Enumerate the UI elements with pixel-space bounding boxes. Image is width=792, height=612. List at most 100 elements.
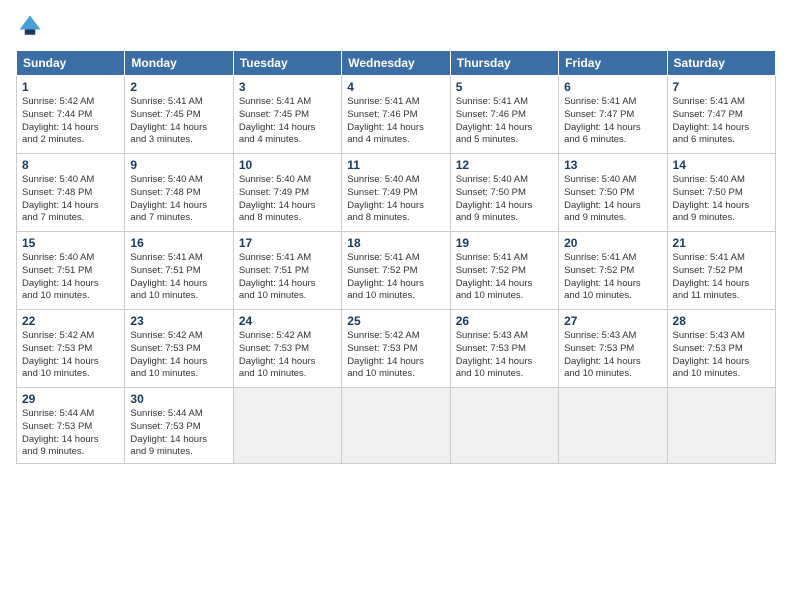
day-number: 2 bbox=[130, 80, 227, 94]
logo bbox=[16, 16, 48, 40]
calendar-cell: 6Sunrise: 5:41 AMSunset: 7:47 PMDaylight… bbox=[559, 76, 667, 154]
day-number: 4 bbox=[347, 80, 444, 94]
day-info: Sunrise: 5:43 AMSunset: 7:53 PMDaylight:… bbox=[673, 330, 770, 381]
day-info: Sunrise: 5:41 AMSunset: 7:51 PMDaylight:… bbox=[239, 252, 336, 303]
calendar-cell: 19 Sunrise: 5:41 AMSunset: 7:52 PMDayligh… bbox=[450, 232, 558, 310]
day-info: Sunrise: 5:40 AMSunset: 7:50 PMDaylight:… bbox=[673, 174, 770, 225]
day-info: Sunrise: 5:41 AMSunset: 7:47 PMDaylight:… bbox=[673, 96, 770, 147]
calendar-cell: 15 Sunrise: 5:40 AMSunset: 7:51 PMDayligh… bbox=[17, 232, 125, 310]
day-number: 28 bbox=[673, 314, 770, 328]
day-info: Sunrise: 5:41 AMSunset: 7:46 PMDaylight:… bbox=[456, 96, 553, 147]
logo-icon bbox=[16, 12, 44, 40]
day-info: Sunrise: 5:40 AMSunset: 7:50 PMDaylight:… bbox=[564, 174, 661, 225]
day-info: Sunrise: 5:42 AMSunset: 7:44 PMDaylight:… bbox=[22, 96, 119, 147]
day-number: 8 bbox=[22, 158, 119, 172]
day-info: Sunrise: 5:40 AMSunset: 7:48 PMDaylight:… bbox=[130, 174, 227, 225]
calendar-table: SundayMondayTuesdayWednesdayThursdayFrid… bbox=[16, 50, 776, 464]
day-number: 7 bbox=[673, 80, 770, 94]
day-number: 22 bbox=[22, 314, 119, 328]
day-number: 5 bbox=[456, 80, 553, 94]
day-number: 11 bbox=[347, 158, 444, 172]
day-number: 20 bbox=[564, 236, 661, 250]
day-info: Sunrise: 5:40 AMSunset: 7:48 PMDaylight:… bbox=[22, 174, 119, 225]
calendar-cell: 26 Sunrise: 5:43 AMSunset: 7:53 PMDayligh… bbox=[450, 310, 558, 388]
day-number: 15 bbox=[22, 236, 119, 250]
calendar-cell bbox=[450, 388, 558, 464]
day-number: 21 bbox=[673, 236, 770, 250]
calendar-cell: 24 Sunrise: 5:42 AMSunset: 7:53 PMDayligh… bbox=[233, 310, 341, 388]
day-info: Sunrise: 5:44 AMSunset: 7:53 PMDaylight:… bbox=[130, 408, 227, 459]
day-info: Sunrise: 5:40 AMSunset: 7:49 PMDaylight:… bbox=[347, 174, 444, 225]
day-number: 1 bbox=[22, 80, 119, 94]
week-row-4: 22 Sunrise: 5:42 AMSunset: 7:53 PMDayligh… bbox=[17, 310, 776, 388]
day-info: Sunrise: 5:40 AMSunset: 7:51 PMDaylight:… bbox=[22, 252, 119, 303]
day-info: Sunrise: 5:41 AMSunset: 7:52 PMDaylight:… bbox=[456, 252, 553, 303]
calendar-cell: 7 Sunrise: 5:41 AMSunset: 7:47 PMDaylight… bbox=[667, 76, 775, 154]
day-info: Sunrise: 5:41 AMSunset: 7:52 PMDaylight:… bbox=[673, 252, 770, 303]
day-number: 26 bbox=[456, 314, 553, 328]
calendar-cell bbox=[342, 388, 450, 464]
day-number: 27 bbox=[564, 314, 661, 328]
calendar-cell: 29 Sunrise: 5:44 AMSunset: 7:53 PMDayligh… bbox=[17, 388, 125, 464]
calendar-cell: 4 Sunrise: 5:41 AMSunset: 7:46 PMDaylight… bbox=[342, 76, 450, 154]
calendar-cell bbox=[667, 388, 775, 464]
day-number: 9 bbox=[130, 158, 227, 172]
week-row-1: 1 Sunrise: 5:42 AMSunset: 7:44 PMDaylight… bbox=[17, 76, 776, 154]
day-info: Sunrise: 5:44 AMSunset: 7:53 PMDaylight:… bbox=[22, 408, 119, 459]
day-number: 29 bbox=[22, 392, 119, 406]
day-info: Sunrise: 5:41 AMSunset: 7:45 PMDaylight:… bbox=[239, 96, 336, 147]
weekday-header-row: SundayMondayTuesdayWednesdayThursdayFrid… bbox=[17, 51, 776, 76]
day-info: Sunrise: 5:40 AMSunset: 7:50 PMDaylight:… bbox=[456, 174, 553, 225]
day-info: Sunrise: 5:43 AMSunset: 7:53 PMDaylight:… bbox=[564, 330, 661, 381]
day-number: 16 bbox=[130, 236, 227, 250]
day-info: Sunrise: 5:42 AMSunset: 7:53 PMDaylight:… bbox=[239, 330, 336, 381]
day-info: Sunrise: 5:42 AMSunset: 7:53 PMDaylight:… bbox=[22, 330, 119, 381]
day-info: Sunrise: 5:41 AMSunset: 7:47 PMDaylight:… bbox=[564, 96, 661, 147]
calendar-cell: 22 Sunrise: 5:42 AMSunset: 7:53 PMDayligh… bbox=[17, 310, 125, 388]
calendar-cell: 30 Sunrise: 5:44 AMSunset: 7:53 PMDayligh… bbox=[125, 388, 233, 464]
page: SundayMondayTuesdayWednesdayThursdayFrid… bbox=[0, 0, 792, 612]
day-number: 24 bbox=[239, 314, 336, 328]
day-number: 25 bbox=[347, 314, 444, 328]
calendar-cell: 14 Sunrise: 5:40 AMSunset: 7:50 PMDayligh… bbox=[667, 154, 775, 232]
calendar-cell: 12 Sunrise: 5:40 AMSunset: 7:50 PMDayligh… bbox=[450, 154, 558, 232]
calendar-cell: 18Sunrise: 5:41 AMSunset: 7:52 PMDayligh… bbox=[342, 232, 450, 310]
day-number: 3 bbox=[239, 80, 336, 94]
day-info: Sunrise: 5:42 AMSunset: 7:53 PMDaylight:… bbox=[347, 330, 444, 381]
calendar-cell bbox=[233, 388, 341, 464]
calendar-cell: 16 Sunrise: 5:41 AMSunset: 7:51 PMDayligh… bbox=[125, 232, 233, 310]
day-info: Sunrise: 5:43 AMSunset: 7:53 PMDaylight:… bbox=[456, 330, 553, 381]
calendar-cell: 21 Sunrise: 5:41 AMSunset: 7:52 PMDayligh… bbox=[667, 232, 775, 310]
calendar-cell: 17 Sunrise: 5:41 AMSunset: 7:51 PMDayligh… bbox=[233, 232, 341, 310]
weekday-header-thursday: Thursday bbox=[450, 51, 558, 76]
day-info: Sunrise: 5:41 AMSunset: 7:52 PMDaylight:… bbox=[564, 252, 661, 303]
calendar-cell: 13Sunrise: 5:40 AMSunset: 7:50 PMDayligh… bbox=[559, 154, 667, 232]
calendar-cell bbox=[559, 388, 667, 464]
day-info: Sunrise: 5:42 AMSunset: 7:53 PMDaylight:… bbox=[130, 330, 227, 381]
calendar-cell: 11 Sunrise: 5:40 AMSunset: 7:49 PMDayligh… bbox=[342, 154, 450, 232]
day-number: 10 bbox=[239, 158, 336, 172]
weekday-header-saturday: Saturday bbox=[667, 51, 775, 76]
calendar-cell: 28 Sunrise: 5:43 AMSunset: 7:53 PMDayligh… bbox=[667, 310, 775, 388]
week-row-3: 15 Sunrise: 5:40 AMSunset: 7:51 PMDayligh… bbox=[17, 232, 776, 310]
calendar-cell: 2 Sunrise: 5:41 AMSunset: 7:45 PMDaylight… bbox=[125, 76, 233, 154]
day-number: 12 bbox=[456, 158, 553, 172]
weekday-header-friday: Friday bbox=[559, 51, 667, 76]
day-number: 30 bbox=[130, 392, 227, 406]
weekday-header-monday: Monday bbox=[125, 51, 233, 76]
calendar-cell: 25 Sunrise: 5:42 AMSunset: 7:53 PMDayligh… bbox=[342, 310, 450, 388]
day-number: 18 bbox=[347, 236, 444, 250]
day-info: Sunrise: 5:41 AMSunset: 7:45 PMDaylight:… bbox=[130, 96, 227, 147]
week-row-2: 8 Sunrise: 5:40 AMSunset: 7:48 PMDaylight… bbox=[17, 154, 776, 232]
day-info: Sunrise: 5:41 AMSunset: 7:51 PMDaylight:… bbox=[130, 252, 227, 303]
day-info: Sunrise: 5:41 AMSunset: 7:46 PMDaylight:… bbox=[347, 96, 444, 147]
weekday-header-wednesday: Wednesday bbox=[342, 51, 450, 76]
week-row-5: 29 Sunrise: 5:44 AMSunset: 7:53 PMDayligh… bbox=[17, 388, 776, 464]
day-number: 17 bbox=[239, 236, 336, 250]
header bbox=[16, 16, 776, 40]
weekday-header-tuesday: Tuesday bbox=[233, 51, 341, 76]
day-number: 19 bbox=[456, 236, 553, 250]
calendar-cell: 27 Sunrise: 5:43 AMSunset: 7:53 PMDayligh… bbox=[559, 310, 667, 388]
calendar-cell: 10Sunrise: 5:40 AMSunset: 7:49 PMDayligh… bbox=[233, 154, 341, 232]
day-number: 14 bbox=[673, 158, 770, 172]
